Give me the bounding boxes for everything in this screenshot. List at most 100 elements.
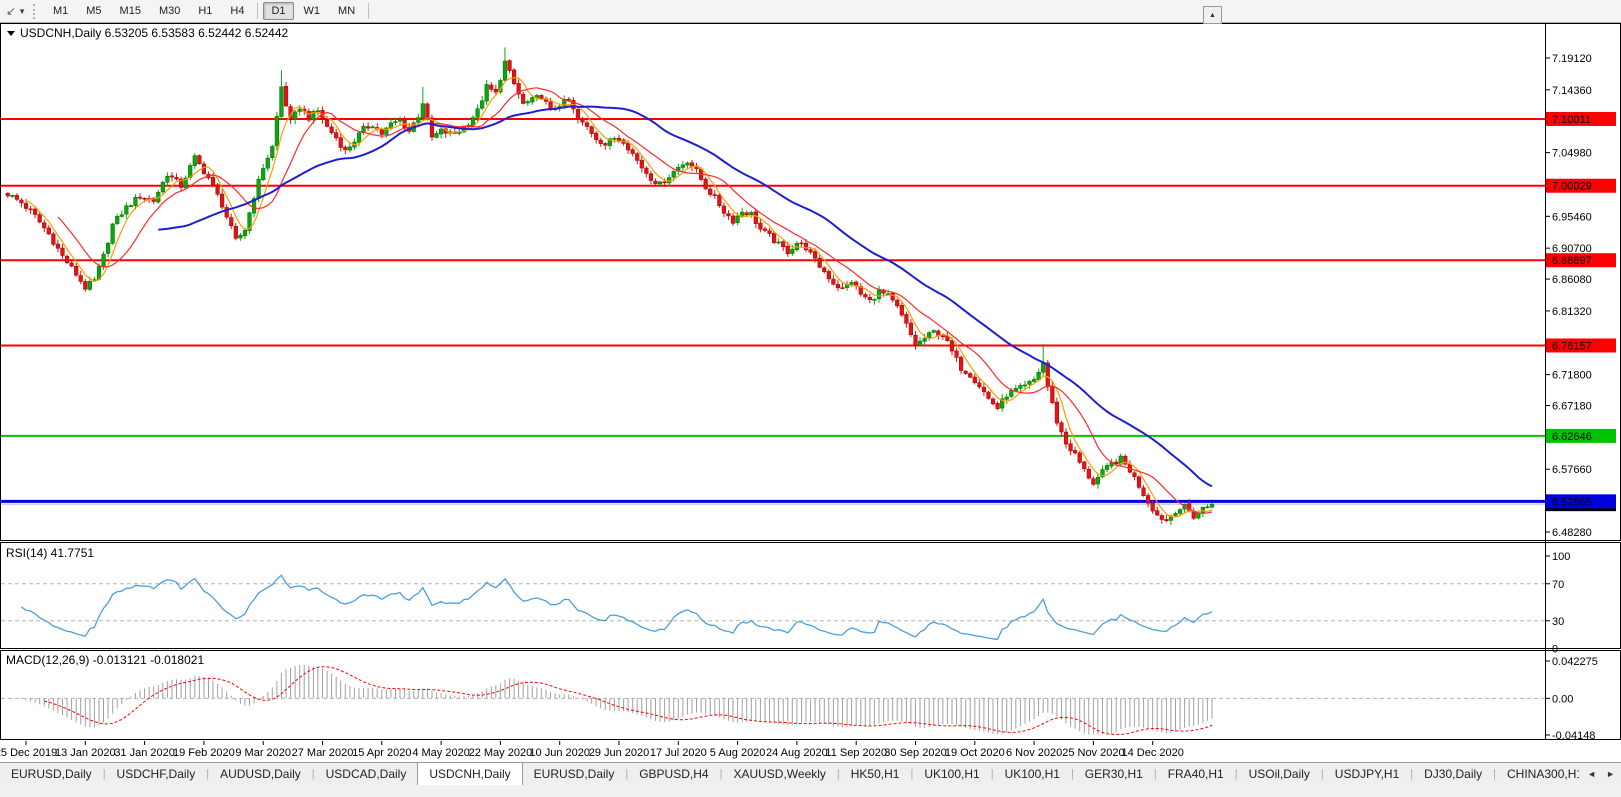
tab-eurusd-daily[interactable]: EURUSD,Daily [0, 763, 103, 785]
tab-scroll-left-icon[interactable]: ◄ [1583, 768, 1600, 780]
tab-dj30-daily[interactable]: DJ30,Daily [1413, 763, 1493, 785]
tab-usdchf-daily[interactable]: USDCHF,Daily [106, 763, 207, 785]
candle-body [613, 138, 617, 139]
candle-body [822, 268, 826, 272]
date-label: 14 Dec 2020 [1122, 747, 1184, 759]
candle-body [161, 182, 165, 191]
macd-tick-label: 0.042275 [1552, 656, 1598, 668]
tab-usdjpy-h1[interactable]: USDJPY,H1 [1324, 763, 1410, 785]
candle-body [818, 258, 822, 267]
candle-body [70, 263, 74, 266]
tab-scroll-arrows: ◄► [1579, 763, 1619, 785]
candle-body [841, 288, 845, 289]
candle-body [1178, 510, 1182, 514]
timeframe-button-d1[interactable]: D1 [263, 2, 293, 20]
candle-body [658, 182, 662, 184]
candle-body [959, 357, 963, 370]
candle-body [836, 284, 840, 287]
candle-body [1151, 503, 1155, 511]
tab-audusd-daily[interactable]: AUDUSD,Daily [209, 763, 312, 785]
date-label: 11 Sep 2020 [825, 747, 887, 759]
tab-eurusd-daily[interactable]: EURUSD,Daily [523, 763, 626, 785]
timeframe-button-m5[interactable]: M5 [78, 2, 109, 20]
candle-body [968, 374, 972, 378]
candle-body [722, 206, 726, 213]
tab-usdcad-daily[interactable]: USDCAD,Daily [315, 763, 418, 785]
candle-body [52, 234, 56, 244]
tab-hk50-h1[interactable]: HK50,H1 [840, 763, 911, 785]
candle-body [1114, 462, 1118, 464]
candle-body [832, 279, 836, 284]
candle-body [202, 164, 206, 174]
candle-body [754, 212, 758, 224]
candle-body [526, 102, 530, 103]
tab-uk100-h1[interactable]: UK100,H1 [913, 763, 990, 785]
tab-fra40-h1[interactable]: FRA40,H1 [1157, 763, 1235, 785]
candle-body [143, 198, 147, 199]
tab-scroll-right-icon[interactable]: ► [1602, 768, 1619, 780]
candle-body [809, 250, 813, 252]
candle-body [1137, 477, 1141, 488]
scrollbar-up-button[interactable]: ▲ [1203, 6, 1222, 24]
tab-xauusd-weekly[interactable]: XAUUSD,Weekly [722, 763, 836, 785]
candle-body [211, 177, 215, 185]
candle-body [567, 99, 571, 100]
date-label: 31 Jan 2020 [114, 747, 175, 759]
main-chart-panel[interactable] [1, 24, 1621, 541]
date-label: 10 Jun 2020 [529, 747, 590, 759]
timeframe-button-h1[interactable]: H1 [190, 2, 220, 20]
price-tick-label: 6.86080 [1552, 274, 1592, 286]
timeframe-button-m30[interactable]: M30 [151, 2, 188, 20]
price-tick-label: 6.57660 [1552, 464, 1592, 476]
candle-body [713, 195, 717, 196]
price-tick-label: 6.67180 [1552, 401, 1592, 413]
candle-body [1142, 488, 1146, 496]
candle-body [426, 104, 430, 118]
timeframe-button-h4[interactable]: H4 [222, 2, 252, 20]
timeframe-button-w1[interactable]: W1 [296, 2, 329, 20]
candle-body [334, 133, 338, 138]
macd-panel[interactable] [1, 651, 1621, 740]
candle-body [1165, 519, 1169, 520]
candle-body [65, 256, 69, 263]
candle-body [88, 281, 92, 289]
candle-body [1174, 513, 1178, 515]
candle-body [120, 215, 124, 217]
chart-dropdown-caret-icon[interactable]: ▼ [18, 7, 30, 16]
candle-body [193, 156, 197, 166]
candle-body [102, 254, 106, 266]
candle-body [576, 109, 580, 119]
candle-body [827, 271, 831, 278]
candle-body [631, 150, 635, 154]
candle-body [873, 299, 877, 300]
timeframe-button-m1[interactable]: M1 [45, 2, 76, 20]
chart-shift-icon[interactable]: ↙ [0, 4, 18, 18]
tab-usdcnh-daily[interactable]: USDCNH,Daily [417, 763, 522, 785]
candle-body [106, 243, 110, 253]
hline-label: 6.52865 [1552, 496, 1592, 508]
candle-body [804, 243, 808, 250]
candle-body [987, 392, 991, 398]
candle-body [1005, 397, 1009, 399]
tab-ger30-h1[interactable]: GER30,H1 [1074, 763, 1154, 785]
candle-body [950, 341, 954, 351]
rsi-tick-label: 0 [1552, 644, 1558, 656]
candle-body [1092, 479, 1096, 485]
tab-usoil-daily[interactable]: USOil,Daily [1238, 763, 1321, 785]
candle-body [325, 119, 329, 126]
tab-uk100-h1[interactable]: UK100,H1 [994, 763, 1071, 785]
timeframe-button-mn[interactable]: MN [330, 2, 363, 20]
candle-body [239, 235, 243, 238]
date-label: 29 Jun 2020 [589, 747, 650, 759]
candle-body [56, 244, 60, 248]
timeframe-button-m15[interactable]: M15 [112, 2, 149, 20]
tab-gbpusd-h4[interactable]: GBPUSD,H4 [628, 763, 719, 785]
macd-label: MACD(12,26,9) -0.013121 -0.018021 [6, 653, 204, 667]
toolbar-grip[interactable] [33, 4, 37, 19]
candle-body [348, 147, 352, 150]
candle-body [307, 111, 311, 120]
candle-body [727, 214, 731, 216]
candle-body [234, 226, 238, 238]
candle-body [138, 197, 142, 198]
rsi-panel[interactable] [1, 543, 1621, 649]
